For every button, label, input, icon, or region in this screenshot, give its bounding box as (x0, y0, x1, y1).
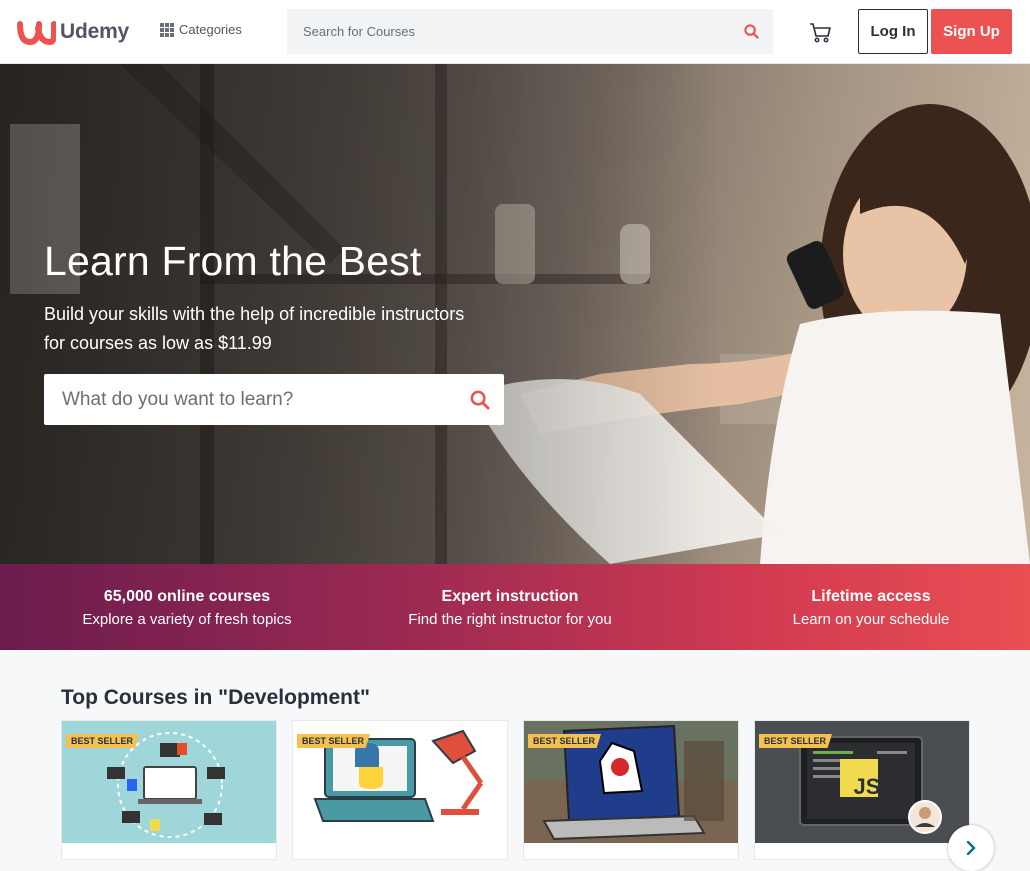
udemy-logo[interactable]: Udemy (16, 14, 129, 50)
course-card[interactable]: BEST SELLER (523, 720, 739, 860)
best-seller-badge: BEST SELLER (66, 734, 140, 748)
udemy-logo-icon (17, 21, 56, 46)
hero-search-input[interactable] (44, 374, 456, 425)
hero-title: Learn From the Best (44, 238, 422, 284)
best-seller-badge: BEST SELLER (297, 734, 371, 748)
hero-search-button[interactable] (456, 374, 504, 425)
header-search-button[interactable] (729, 9, 773, 54)
grid-icon (160, 22, 174, 37)
hero-search (44, 374, 504, 425)
course-card[interactable]: JS BEST SELLER (754, 720, 970, 860)
carousel-next-button[interactable] (948, 825, 994, 871)
best-seller-badge: BEST SELLER (528, 734, 602, 748)
section-title: Top Courses in "Development" (61, 686, 370, 709)
hero-subtitle-line2: for courses as low as $11.99 (44, 333, 272, 353)
value-prop-courses: 65,000 online courses Explore a variety … (62, 586, 312, 632)
value-prop-title: Lifetime access (811, 588, 931, 605)
value-props-band: 65,000 online courses Explore a variety … (0, 564, 1030, 650)
course-card[interactable]: BEST SELLER (61, 720, 277, 860)
search-icon (743, 24, 759, 39)
course-card[interactable]: BEST SELLER (292, 720, 508, 860)
signup-button[interactable]: Sign Up (931, 9, 1012, 54)
logo-text: Udemy (60, 20, 130, 43)
cart-icon[interactable] (806, 18, 834, 46)
search-icon (470, 390, 490, 409)
value-prop-desc: Explore a variety of fresh topics (82, 611, 292, 628)
value-prop-title: Expert instruction (441, 588, 579, 605)
value-prop-instruction: Expert instruction Find the right instru… (385, 586, 635, 632)
login-button[interactable]: Log In (858, 9, 928, 54)
best-seller-badge: BEST SELLER (759, 734, 833, 748)
chevron-right-icon (966, 841, 976, 855)
js-logo-text: JS (853, 774, 881, 799)
hero-subtitle-line1: Build your skills with the help of incre… (44, 304, 465, 324)
header-search (287, 9, 773, 54)
hero-banner: Learn From the Best Build your skills wi… (0, 64, 1030, 564)
categories-menu[interactable]: Categories (160, 22, 242, 37)
hero-subtitle: Build your skills with the help of incre… (44, 300, 514, 358)
top-nav: Udemy Categories Log In Sign Up (0, 0, 1030, 64)
categories-label: Categories (179, 22, 242, 37)
value-prop-lifetime: Lifetime access Learn on your schedule (746, 586, 996, 632)
header-search-input[interactable] (287, 9, 729, 54)
value-prop-desc: Find the right instructor for you (408, 611, 612, 628)
value-prop-desc: Learn on your schedule (792, 611, 950, 628)
value-prop-title: 65,000 online courses (103, 588, 271, 605)
